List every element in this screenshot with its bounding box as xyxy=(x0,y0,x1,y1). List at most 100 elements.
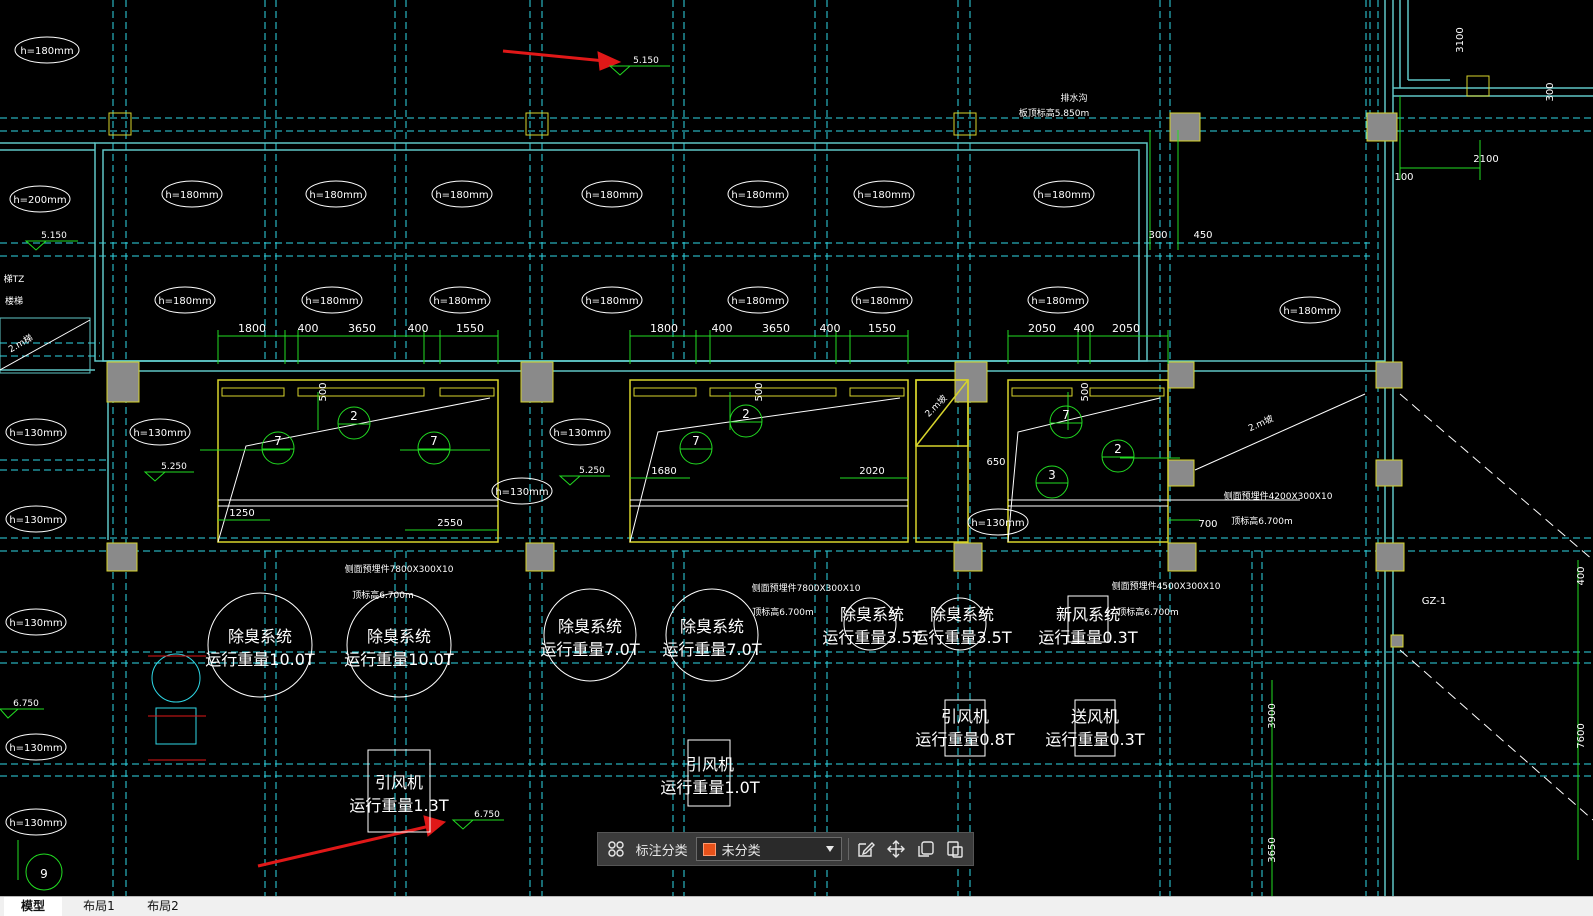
tab-layout-1[interactable]: 布局1 xyxy=(70,897,128,916)
category-dropdown[interactable]: 未分类 xyxy=(695,837,842,861)
slab-thickness-label: h=180mm xyxy=(165,190,218,201)
dimension-value: 500 xyxy=(754,382,765,401)
elevation-value: 5.250 xyxy=(161,462,187,472)
move-icon[interactable] xyxy=(884,837,908,861)
slab-thickness-label: h=130mm xyxy=(9,428,62,439)
dimension-value: 3100 xyxy=(1455,27,1466,52)
equipment-weight: 运行重量3.5T xyxy=(822,628,921,647)
embed-plate-note: 侧面预埋件7800X300X10 xyxy=(345,563,454,575)
slab-thickness-label: h=180mm xyxy=(309,190,362,201)
equipment-name: 除臭系统 xyxy=(680,617,744,636)
elevation-value: 5.250 xyxy=(579,466,605,476)
equipment-weight: 运行重量0.8T xyxy=(915,730,1014,749)
equipment-weight: 运行重量3.5T xyxy=(912,628,1011,647)
detail-callout-number: 2 xyxy=(350,409,358,423)
category-value: 未分类 xyxy=(721,843,761,859)
elevation-value: 5.150 xyxy=(633,56,659,66)
dimension-value: 2020 xyxy=(859,466,884,477)
dimension-value: 7600 xyxy=(1576,723,1587,748)
slab-top-elevation-note: 板顶标高5.850m xyxy=(1019,107,1090,119)
detail-callout-number: 2 xyxy=(742,407,750,421)
equipment-weight: 运行重量7.0T xyxy=(662,640,761,659)
copy-icon[interactable] xyxy=(914,837,938,861)
dimension-value: 2550 xyxy=(437,518,462,529)
dimension-value: 1550 xyxy=(456,322,484,335)
dimension-value: 450 xyxy=(1193,230,1212,241)
elevation-value: 6.750 xyxy=(13,699,39,709)
stair-label: 楼梯 xyxy=(5,295,23,307)
slab-thickness-label: h=130mm xyxy=(9,618,62,629)
slab-thickness-label: h=130mm xyxy=(971,518,1024,529)
annotation-toolbar: 标注分类 未分类 xyxy=(597,832,974,866)
equipment-weight: 运行重量10.0T xyxy=(344,650,454,669)
equipment-name: 送风机 xyxy=(1071,707,1119,726)
slab-thickness-label: h=180mm xyxy=(20,46,73,57)
dimension-value: 500 xyxy=(1080,382,1091,401)
dimension-value: 3650 xyxy=(348,322,376,335)
equipment-weight: 运行重量0.3T xyxy=(1045,730,1144,749)
dimension-value: 1250 xyxy=(229,508,254,519)
drainage-label: 排水沟 xyxy=(1060,92,1087,104)
dimension-value: 3650 xyxy=(762,322,790,335)
slab-thickness-label: h=130mm xyxy=(9,743,62,754)
tab-model[interactable]: 模型 xyxy=(4,897,62,916)
dimension-value: 3650 xyxy=(1267,837,1278,862)
dimension-value: 400 xyxy=(820,322,841,335)
equipment-weight: 运行重量1.0T xyxy=(660,778,759,797)
layout-tab-bar: 模型 布局1 布局2 xyxy=(0,896,1593,916)
dimension-value: 400 xyxy=(298,322,319,335)
slab-thickness-label: h=180mm xyxy=(1031,296,1084,307)
chevron-down-icon xyxy=(825,842,835,857)
equipment-name: 除臭系统 xyxy=(558,617,622,636)
embed-plate-note: 侧面预埋件7800X300X10 xyxy=(752,582,861,594)
embed-plate-note: 侧面预埋件4500X300X10 xyxy=(1112,580,1221,592)
slab-thickness-label: h=180mm xyxy=(855,296,908,307)
equipment-name: 除臭系统 xyxy=(228,627,292,646)
detail-callout-number: 7 xyxy=(274,434,282,448)
column-tag: GZ-1 xyxy=(1422,596,1446,607)
slab-thickness-label: h=180mm xyxy=(731,296,784,307)
slab-thickness-label: h=200mm xyxy=(13,195,66,206)
embed-plate-note: 顶标高6.700m xyxy=(1231,515,1293,527)
grid-apps-icon[interactable] xyxy=(604,837,628,861)
slab-thickness-label: h=180mm xyxy=(857,190,910,201)
equipment-weight: 运行重量7.0T xyxy=(540,640,639,659)
equipment-name: 引风机 xyxy=(941,707,989,726)
detail-callout-number: 2 xyxy=(1114,442,1122,456)
equipment-name: 引风机 xyxy=(375,773,423,792)
edit-icon[interactable] xyxy=(855,837,879,861)
toolbar-separator xyxy=(847,838,849,860)
detail-callout-number: 3 xyxy=(1048,468,1056,482)
embed-plate-note: 侧面预埋件4200X300X10 xyxy=(1224,490,1333,502)
slab-thickness-label: h=180mm xyxy=(305,296,358,307)
paste-icon[interactable] xyxy=(943,837,967,861)
dimension-value: 650 xyxy=(986,457,1005,468)
slab-thickness-label: h=130mm xyxy=(133,428,186,439)
equipment-weight: 运行重量1.3T xyxy=(349,796,448,815)
dimension-value: 100 xyxy=(1394,172,1413,183)
slab-thickness-label: h=130mm xyxy=(9,515,62,526)
slab-thickness-label: h=180mm xyxy=(585,190,638,201)
slab-thickness-label: h=180mm xyxy=(1283,306,1336,317)
tab-layout-2[interactable]: 布局2 xyxy=(134,897,192,916)
axis-tag: 9 xyxy=(40,867,48,881)
elevation-value: 6.750 xyxy=(474,810,500,820)
equipment-name: 新风系统 xyxy=(1056,605,1120,624)
dimension-value: 400 xyxy=(408,322,429,335)
dimension-value: 500 xyxy=(318,382,329,401)
dimension-value: 1800 xyxy=(238,322,266,335)
detail-callout-number: 7 xyxy=(430,434,438,448)
slab-thickness-label: h=180mm xyxy=(1037,190,1090,201)
equipment-weight: 运行重量10.0T xyxy=(205,650,315,669)
dimension-value: 1680 xyxy=(651,466,676,477)
cad-drawing-canvas[interactable]: h=180mm h=180mm h=180mm h=180mm h=180mm h=180… xyxy=(0,0,1593,896)
dimension-value: 300 xyxy=(1545,82,1556,101)
dimension-value: 2050 xyxy=(1112,322,1140,335)
equipment-weight: 运行重量0.3T xyxy=(1038,628,1137,647)
elevation-value: 5.150 xyxy=(41,231,67,241)
equipment-name: 除臭系统 xyxy=(367,627,431,646)
dimension-value: 3900 xyxy=(1267,703,1278,728)
dimension-value: 300 xyxy=(1148,230,1167,241)
dimension-value: 1800 xyxy=(650,322,678,335)
embed-plate-note: 顶标高6.700m xyxy=(1117,606,1179,618)
